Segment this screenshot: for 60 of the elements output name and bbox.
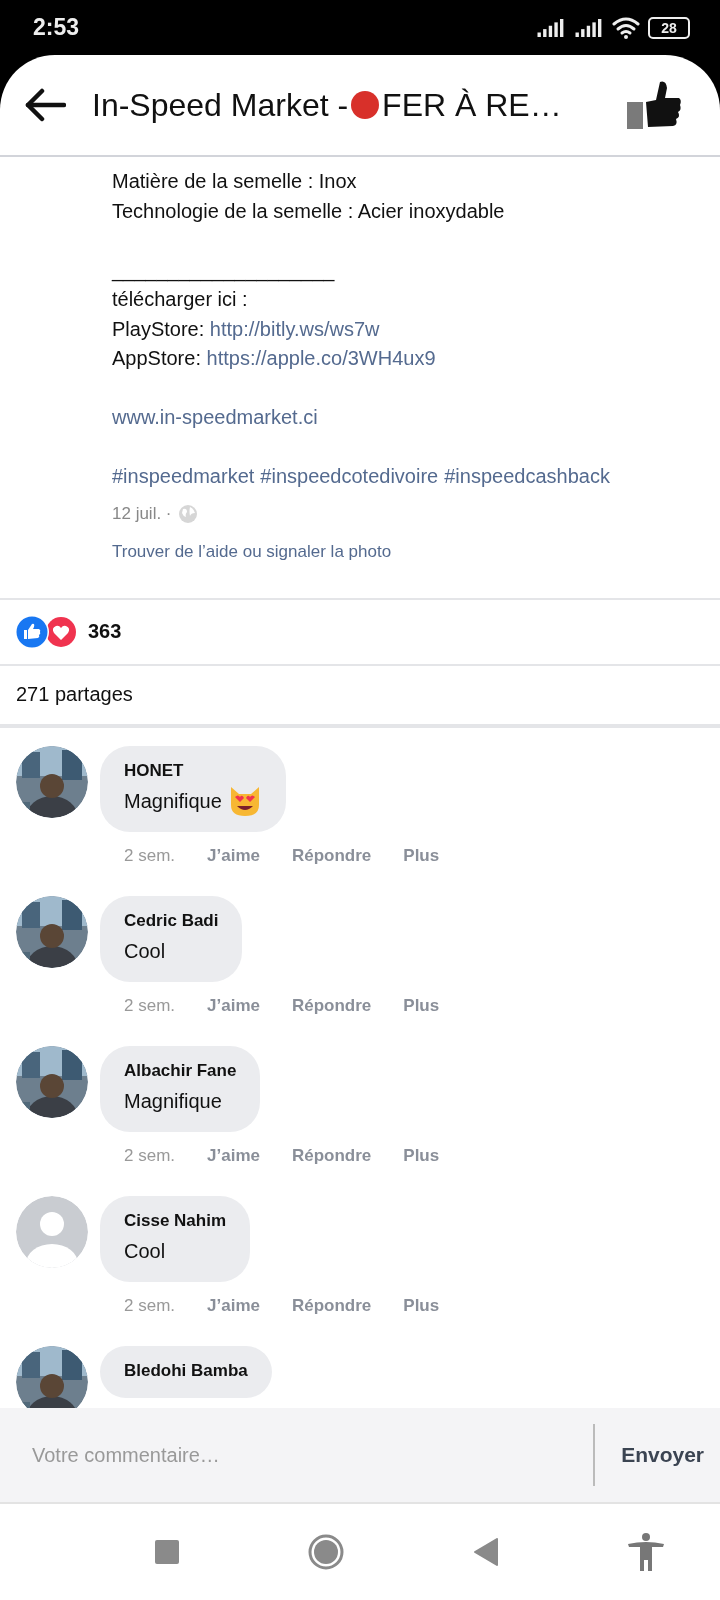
accessibility-icon[interactable] [627, 1533, 666, 1571]
hashtag-link[interactable]: #inspeedcotedivoire [260, 462, 439, 492]
hashtag-link[interactable]: #inspeedmarket [112, 462, 255, 492]
comment-text: Magnifique [124, 788, 222, 814]
thumbs-up-icon [626, 80, 682, 130]
page-title: FER À RE… [382, 86, 562, 124]
back-icon[interactable] [473, 1538, 498, 1566]
comment-action[interactable]: Répondre [291, 845, 372, 866]
reactions-icon [14, 613, 78, 650]
comment-action[interactable]: Répondre [291, 1145, 372, 1166]
comment-text: Magnifique [124, 1088, 222, 1114]
globe-icon [177, 503, 198, 524]
commenter-name[interactable]: Cisse Nahim [124, 1207, 227, 1234]
comment-action[interactable]: Plus [403, 1295, 440, 1316]
post-text: télécharger ici : [112, 287, 249, 312]
help-link[interactable]: Trouver de l’aide ou signaler la photo [112, 541, 720, 562]
home-icon[interactable] [308, 1534, 345, 1570]
post-text: Technologie de la semelle : Acier inoxydable [112, 198, 506, 224]
comment-time: 2 sem. [124, 845, 176, 866]
reaction-count[interactable]: 363 [88, 620, 122, 643]
hashtag-link[interactable]: #inspeedcashback [444, 462, 610, 492]
comment-action[interactable]: Répondre [291, 1295, 372, 1316]
circle-icon [350, 90, 381, 120]
comment-action[interactable]: Plus [403, 845, 440, 866]
wifi-icon [612, 16, 640, 39]
post-text: AppStore: https://apple.co/3WH4ux9 [112, 346, 437, 371]
link[interactable]: http://bitly.ws/ws7w [209, 317, 380, 340]
commenter-name[interactable]: Bledohi Bamba [124, 1357, 248, 1384]
post-date: 12 juil. · [112, 503, 172, 524]
comment-time: 2 sem. [124, 1145, 176, 1166]
share-count[interactable]: 271 partages [0, 665, 720, 728]
commenter-name[interactable]: Albachir Fane [124, 1057, 237, 1084]
commenter-name[interactable]: HONET [124, 757, 262, 784]
comment-field[interactable]: Votre commentaire… [0, 1408, 596, 1502]
comment-action[interactable]: Plus [403, 1145, 440, 1166]
comment-action[interactable]: Plus [403, 995, 440, 1016]
signal-icon [574, 18, 604, 37]
comment-action[interactable]: J’aime [207, 845, 260, 866]
send-button[interactable]: Envoyer [595, 1408, 720, 1502]
comment-action[interactable]: J’aime [207, 1145, 260, 1166]
post-text: Matière de la semelle : Inox [112, 169, 358, 194]
link[interactable]: https://apple.co/3WH4ux9 [206, 347, 436, 369]
battery-level: 28 [661, 19, 677, 36]
comment-time: 2 sem. [124, 1295, 176, 1316]
back-button[interactable] [24, 88, 66, 122]
comment-action[interactable]: Répondre [291, 995, 372, 1016]
comment-action[interactable]: J’aime [207, 995, 260, 1016]
comment-text: Cool [124, 1238, 166, 1264]
commenter-name[interactable]: Cedric Badi [124, 907, 219, 934]
clock-time: 2:53 [33, 14, 80, 41]
post-text: ____________________ [112, 257, 336, 284]
link[interactable]: www.in-speedmarket.ci [112, 406, 318, 428]
recents-icon[interactable] [154, 1540, 179, 1564]
comment-action[interactable]: J’aime [207, 1295, 260, 1316]
post-text: PlayStore: http://bitly.ws/ws7w [112, 316, 381, 342]
page-title: In-Speed Market - [92, 86, 349, 124]
signal-icon [536, 18, 566, 37]
comment-text: Cool [124, 938, 166, 964]
like-button[interactable] [626, 80, 682, 130]
comment-time: 2 sem. [124, 995, 176, 1016]
